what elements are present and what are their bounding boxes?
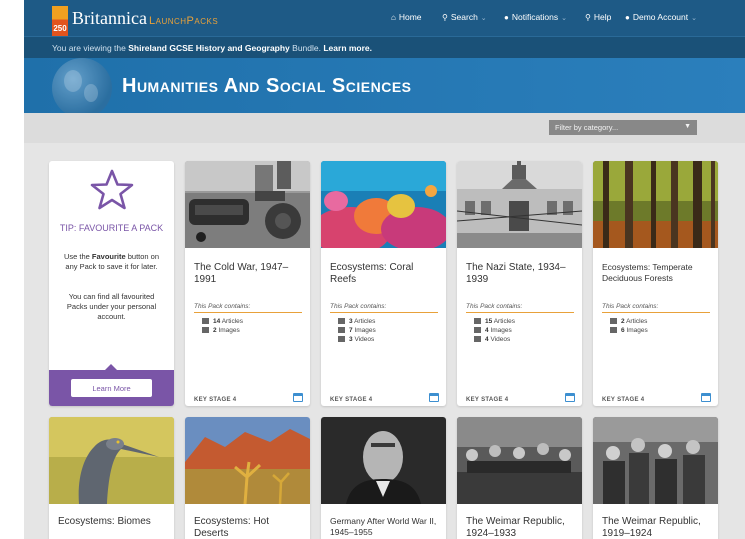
calendar-icon[interactable]	[565, 393, 575, 402]
nav-search[interactable]: ⚲ Search ⌄	[442, 12, 487, 22]
card-title[interactable]: The Weimar Republic, 1919–1924	[602, 516, 710, 539]
britannica-250-badge: 250	[52, 6, 68, 36]
heron-image	[49, 417, 174, 504]
pack-card-germany-after-ww2[interactable]: Germany After World War II, 1945–1955	[321, 417, 446, 539]
coral-reef-image	[321, 161, 446, 248]
stat-images: 4 Images	[474, 327, 512, 334]
bundle-name: Shireland GCSE History and Geography	[128, 43, 290, 53]
stat-videos: 4 Videos	[474, 336, 510, 343]
forest-image	[593, 161, 718, 248]
tip-text-favourite: Use the Favourite button on any Pack to …	[63, 252, 160, 271]
key-stage-label: KEY STAGE 4	[602, 397, 645, 403]
chevron-down-icon: ⌄	[561, 15, 568, 22]
tip-text-account: You can find all favourited Packs under …	[66, 292, 157, 321]
bundle-info-bar: You are viewing the Shireland GCSE Histo…	[24, 36, 745, 58]
nav-home[interactable]: ⌂ Home	[391, 12, 422, 22]
top-navigation: 250 Britannica LaunchPacks ⌂ Home ⚲ Search ⌄…	[24, 0, 745, 36]
stat-articles: 14 Articles	[202, 318, 243, 325]
weimar-group-image	[593, 417, 718, 504]
nav-account[interactable]: ● Demo Account ⌄	[625, 12, 697, 22]
desert-image	[185, 417, 310, 504]
calendar-icon[interactable]	[701, 393, 711, 402]
help-icon: ⚲	[585, 13, 591, 22]
card-title[interactable]: Ecosystems: Biomes	[58, 516, 166, 528]
tip-footer: Learn More	[49, 364, 174, 406]
cold-war-image	[185, 161, 310, 248]
card-title[interactable]: Ecosystems: Temperate Deciduous Forests	[602, 262, 710, 284]
pack-card-weimar-1919[interactable]: The Weimar Republic, 1919–1924	[593, 417, 718, 539]
filter-bar: Filter by category... ▼	[24, 113, 745, 143]
logo-name: Britannica	[72, 8, 147, 28]
nav-notifications[interactable]: ● Notifications ⌄	[504, 12, 567, 22]
logo-product: LaunchPacks	[148, 15, 219, 27]
page: 250 Britannica LaunchPacks ⌂ Home ⚲ Search ⌄…	[24, 0, 745, 539]
calendar-icon[interactable]	[429, 393, 439, 402]
key-stage-label: KEY STAGE 4	[194, 397, 237, 403]
pack-card-coral-reefs[interactable]: Ecosystems: Coral Reefs This Pack contai…	[321, 161, 446, 406]
nav-help[interactable]: ⚲ Help	[585, 12, 611, 22]
card-title[interactable]: Ecosystems: Coral Reefs	[330, 262, 438, 286]
stat-images: 2 Images	[202, 327, 240, 334]
stat-articles: 3 Articles	[338, 318, 375, 325]
favourite-tip-card: TIP: FAVOURITE A PACK Use the Favourite …	[49, 161, 174, 406]
chevron-down-icon: ▼	[684, 123, 691, 130]
britannica-logo[interactable]: Britannica LaunchPacks	[72, 8, 218, 29]
star-icon	[90, 169, 134, 210]
pack-card-nazi-state[interactable]: The Nazi State, 1934–1939 This Pack cont…	[457, 161, 582, 406]
video-icon	[474, 336, 481, 342]
pack-card-temperate-forests[interactable]: Ecosystems: Temperate Deciduous Forests …	[593, 161, 718, 406]
video-icon	[338, 336, 345, 342]
image-icon	[474, 327, 481, 333]
article-icon	[474, 318, 481, 324]
category-filter-select[interactable]: Filter by category... ▼	[549, 120, 697, 135]
portrait-image	[321, 417, 446, 504]
contains-label: This Pack contains:	[194, 303, 302, 313]
learn-more-button[interactable]: Learn More	[71, 379, 152, 397]
stat-images: 7 Images	[338, 327, 376, 334]
chat-icon: ●	[504, 13, 509, 22]
card-title[interactable]: The Weimar Republic, 1924–1933	[466, 516, 574, 539]
article-icon	[610, 318, 617, 324]
hero-banner: Humanities And Social Sciences	[24, 58, 745, 113]
user-icon: ●	[625, 13, 630, 22]
chevron-down-icon: ⌄	[691, 15, 697, 22]
key-stage-label: KEY STAGE 4	[330, 397, 373, 403]
article-icon	[338, 318, 345, 324]
pack-card-biomes[interactable]: Ecosystems: Biomes	[49, 417, 174, 539]
stat-articles: 15 Articles	[474, 318, 515, 325]
pack-card-cold-war[interactable]: The Cold War, 1947–1991 This Pack contai…	[185, 161, 310, 406]
nazi-state-image	[457, 161, 582, 248]
home-icon: ⌂	[391, 13, 396, 22]
weimar-meeting-image	[457, 417, 582, 504]
card-title[interactable]: Germany After World War II, 1945–1955	[330, 516, 438, 538]
article-icon	[202, 318, 209, 324]
card-title[interactable]: The Cold War, 1947–1991	[194, 262, 302, 286]
tip-title: TIP: FAVOURITE A PACK	[59, 223, 164, 233]
stat-videos: 3 Videos	[338, 336, 374, 343]
card-title[interactable]: The Nazi State, 1934–1939	[466, 262, 574, 286]
pack-card-hot-deserts[interactable]: Ecosystems: Hot Deserts	[185, 417, 310, 539]
image-icon	[610, 327, 617, 333]
globe-icon	[52, 58, 112, 113]
image-icon	[202, 327, 209, 333]
key-stage-label: KEY STAGE 4	[466, 397, 509, 403]
card-title[interactable]: Ecosystems: Hot Deserts	[194, 516, 302, 539]
image-icon	[338, 327, 345, 333]
calendar-icon[interactable]	[293, 393, 303, 402]
pack-card-weimar-1924[interactable]: The Weimar Republic, 1924–1933	[457, 417, 582, 539]
contains-label: This Pack contains:	[466, 303, 574, 313]
stat-images: 6 Images	[610, 327, 648, 334]
page-title: Humanities And Social Sciences	[122, 75, 412, 97]
chevron-down-icon: ⌄	[480, 15, 487, 22]
learn-more-link[interactable]: Learn more.	[323, 43, 372, 53]
contains-label: This Pack contains:	[330, 303, 438, 313]
search-icon: ⚲	[442, 13, 448, 22]
contains-label: This Pack contains:	[602, 303, 710, 313]
stat-articles: 2 Articles	[610, 318, 647, 325]
